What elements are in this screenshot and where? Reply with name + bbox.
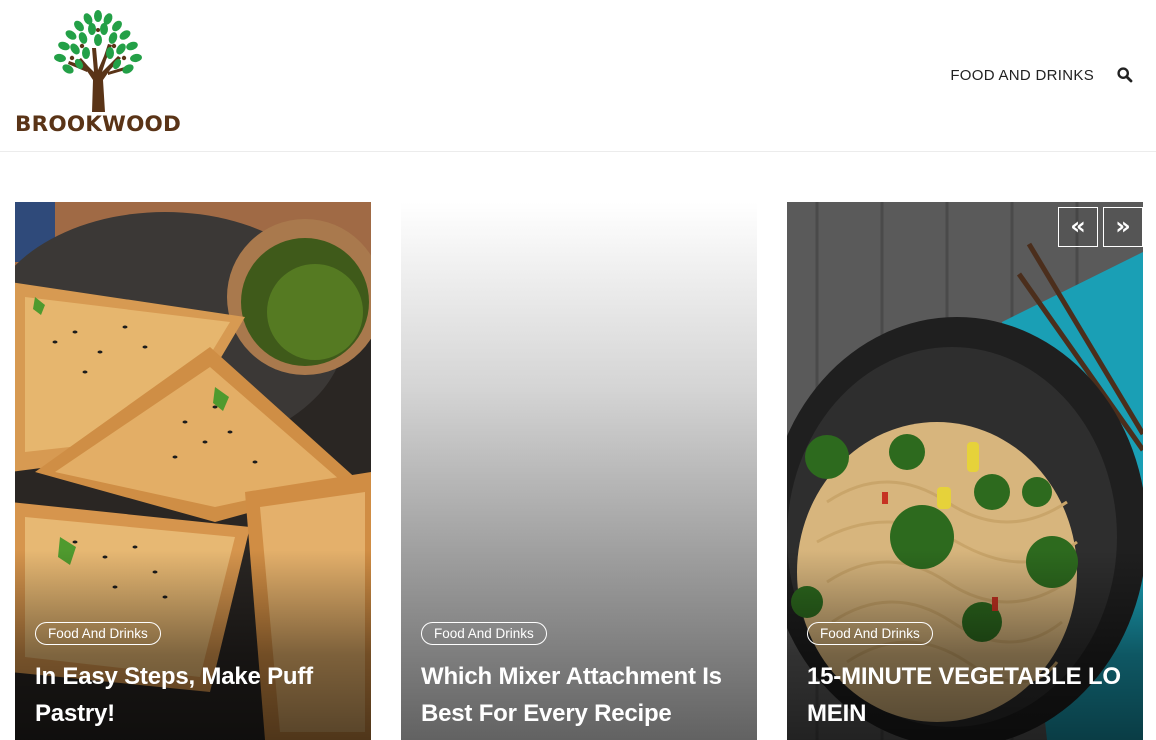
- category-badge[interactable]: Food And Drinks: [421, 622, 547, 645]
- post-title[interactable]: Which Mixer Attachment Is Best For Every…: [421, 658, 741, 732]
- category-badge[interactable]: Food And Drinks: [35, 622, 161, 645]
- post-card-lo-mein[interactable]: « » Food And Drinks 15-MINUTE VEGETABLE …: [787, 202, 1143, 740]
- search-icon[interactable]: [1116, 66, 1134, 84]
- nav-item-food-and-drinks[interactable]: Food and Drinks: [950, 67, 1094, 84]
- double-chevron-right-icon: »: [1115, 211, 1131, 240]
- post-title[interactable]: 15-MINUTE VEGETABLE LO MEIN: [807, 658, 1127, 732]
- next-slide-button[interactable]: »: [1103, 207, 1143, 247]
- post-card-mixer-attachment[interactable]: Food And Drinks Which Mixer Attachment I…: [401, 202, 757, 740]
- logo-wordmark: BROOKWOOD: [15, 112, 182, 137]
- featured-posts-slider: Food And Drinks In Easy Steps, Make Puff…: [15, 202, 1143, 740]
- main-nav: Food and Drinks: [950, 66, 1134, 84]
- site-logo[interactable]: BROOKWOOD: [14, 8, 186, 140]
- site-header: BROOKWOOD Food and Drinks: [0, 0, 1156, 152]
- prev-slide-button[interactable]: «: [1058, 207, 1098, 247]
- double-chevron-left-icon: «: [1070, 211, 1086, 240]
- post-card-puff-pastry[interactable]: Food And Drinks In Easy Steps, Make Puff…: [15, 202, 371, 740]
- category-badge[interactable]: Food And Drinks: [807, 622, 933, 645]
- tree-logo-icon: [54, 10, 142, 112]
- post-title[interactable]: In Easy Steps, Make Puff Pastry!: [35, 658, 355, 732]
- slider-controls: « »: [1053, 207, 1143, 247]
